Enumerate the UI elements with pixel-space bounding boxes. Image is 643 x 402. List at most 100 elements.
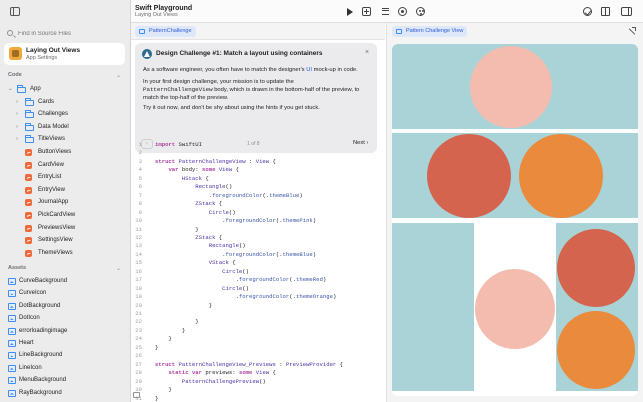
code-line[interactable]: 7 .foregroundColor(.themeBlue) — [131, 192, 385, 201]
code-line[interactable]: 17 .foregroundColor(.themeRed) — [131, 276, 385, 285]
record-icon[interactable] — [398, 7, 407, 16]
line-number: 19 — [135, 293, 142, 301]
asset-item-label: RayBackground — [19, 389, 62, 396]
sidebar-item-entryview[interactable]: EntryView — [0, 185, 130, 197]
code-line[interactable]: 1 import SwiftUI — [131, 141, 385, 150]
code-line[interactable]: 16 Circle() — [131, 268, 385, 277]
asset-item-linebackground[interactable]: LineBackground — [0, 350, 130, 362]
code-line[interactable]: 20 } — [131, 302, 385, 311]
chevron-right-icon[interactable]: › — [16, 99, 18, 105]
code-text: var body: some View { — [168, 166, 239, 174]
code-line[interactable]: 6 Rectangle() — [131, 183, 385, 192]
project-card[interactable]: Laying Out Views App Settings — [4, 43, 125, 65]
tab-pattern-challenge[interactable]: PatternChallenge — [135, 26, 196, 37]
asset-item-curveicon[interactable]: CurveIcon — [0, 288, 130, 300]
expand-icon[interactable] — [627, 27, 636, 36]
line-number: 28 — [135, 369, 142, 377]
asset-item-curvebackground[interactable]: CurveBackground — [0, 276, 130, 288]
search-input[interactable] — [18, 28, 123, 39]
sidebar-item-data-model[interactable]: › Data Model — [0, 122, 130, 134]
sidebar-item-previewsview[interactable]: PreviewsView — [0, 223, 130, 235]
sidebar-item-cards[interactable]: › Cards — [0, 97, 130, 109]
asset-item-heart[interactable]: Heart — [0, 338, 130, 350]
line-number: 22 — [135, 318, 142, 326]
line-number: 15 — [135, 259, 142, 267]
code-line[interactable]: 2 — [131, 149, 385, 158]
code-text: .foregroundColor(.themeOrange) — [155, 293, 337, 301]
chevron-right-icon[interactable]: › — [16, 124, 18, 130]
code-line[interactable]: 8 ZStack { — [131, 200, 385, 209]
chevron-right-icon[interactable]: › — [16, 111, 18, 117]
chevron-down-icon[interactable]: ⌄ — [116, 72, 121, 79]
sidebar-item-themeviews[interactable]: ThemeViews — [0, 248, 130, 260]
asset-item-raybackground[interactable]: RayBackground — [0, 388, 130, 400]
code-line[interactable]: 31} — [131, 395, 385, 402]
asset-item-errorloadingimage[interactable]: errorloadingimage — [0, 326, 130, 338]
code-line[interactable]: 14 .foregroundColor(.themeBlue) — [131, 251, 385, 260]
code-line[interactable]: 23 } — [131, 327, 385, 336]
code-line[interactable]: 9 Circle() — [131, 209, 385, 218]
sidebar-item-pickcardview[interactable]: PickCardView — [0, 210, 130, 222]
challenge-card: Design Challenge #1: Match a layout usin… — [135, 43, 377, 153]
line-number: 10 — [135, 217, 142, 225]
code-line[interactable]: 21 — [131, 310, 385, 319]
asset-item-label: DotBackground — [19, 302, 61, 309]
code-line[interactable]: 30 } — [131, 386, 385, 395]
sidebar-item-titleviews[interactable]: › TitleViews — [0, 134, 130, 146]
palette-icon[interactable] — [416, 7, 425, 16]
code-line[interactable]: 28 static var previews: some View { — [131, 369, 385, 378]
code-line[interactable]: 3 struct PatternChallengeView : View { — [131, 158, 385, 167]
asset-item-lineicon[interactable]: LineIcon — [0, 363, 130, 375]
book-icon[interactable] — [601, 7, 610, 16]
window-subtitle: Laying Out Views — [135, 12, 178, 18]
code-line[interactable]: 18 Circle() — [131, 285, 385, 294]
search-field[interactable] — [5, 28, 125, 39]
asset-item-menubackground[interactable]: MenuBackground — [0, 375, 130, 387]
folder-icon — [25, 97, 34, 106]
code-line[interactable]: 13 Rectangle() — [131, 242, 385, 251]
sidebar-item-cardview[interactable]: CardView — [0, 160, 130, 172]
sidebar-item-app[interactable]: ⌄ App — [0, 84, 130, 96]
sidebar-toggle-icon[interactable] — [10, 7, 20, 16]
chevron-down-icon[interactable]: ⌄ — [116, 265, 121, 272]
panels-icon[interactable] — [621, 7, 632, 16]
asset-item-doticon[interactable]: DotIcon — [0, 313, 130, 325]
code-text: struct PatternChallengeView_Previews : P… — [155, 360, 344, 368]
pink-circle — [470, 46, 552, 128]
checkmark-icon[interactable] — [583, 7, 592, 16]
sidebar-item-label: EntryView — [38, 186, 65, 193]
tab-preview[interactable]: Pattern Challenge View — [392, 26, 468, 37]
code-line[interactable]: 29 PatternChallengePreview() — [131, 378, 385, 387]
code-line[interactable]: 11 } — [131, 226, 385, 235]
sidebar-item-entrylist[interactable]: EntryList — [0, 172, 130, 184]
code-line[interactable]: 27 struct PatternChallengeView_Previews :… — [131, 361, 385, 370]
code-line[interactable]: 24 } — [131, 335, 385, 344]
asset-item-dotbackground[interactable]: DotBackground — [0, 301, 130, 313]
code-line[interactable]: 22 } — [131, 318, 385, 327]
code-line[interactable]: 5 HStack { — [131, 175, 385, 184]
toolbar: Swift Playground Laying Out Views — [131, 0, 643, 23]
code-line[interactable]: 4 var body: some View { — [131, 166, 385, 175]
image-icon — [8, 315, 16, 323]
code-line[interactable]: 10 .foregroundColor(.themePink) — [131, 217, 385, 226]
sidebar-item-buttonviews[interactable]: ButtonViews — [0, 147, 130, 159]
asset-item-label: errorloadingimage — [19, 327, 68, 334]
code-line[interactable]: 15 VStack { — [131, 259, 385, 268]
sidebar-item-challenges[interactable]: › Challenges — [0, 109, 130, 121]
chevron-down-icon[interactable]: ⌄ — [8, 86, 13, 92]
list-icon[interactable] — [380, 6, 391, 17]
sidebar-item-label: Data Model — [38, 123, 69, 130]
code-line[interactable]: 19 .foregroundColor(.themeOrange) — [131, 293, 385, 302]
sidebar-item-label: EntryList — [38, 174, 62, 181]
console-icon[interactable] — [133, 392, 140, 398]
sidebar-item-settingsview[interactable]: SettingsView — [0, 235, 130, 247]
add-icon[interactable] — [362, 7, 371, 16]
project-subtitle: App Settings — [26, 55, 58, 61]
chevron-right-icon[interactable]: › — [16, 136, 18, 142]
sidebar-item-journalapp[interactable]: JournalApp — [0, 197, 130, 209]
code-line[interactable]: 26 — [131, 352, 385, 361]
code-line[interactable]: 25} — [131, 344, 385, 353]
play-icon[interactable] — [344, 6, 355, 17]
close-icon[interactable]: × — [365, 49, 369, 56]
code-line[interactable]: 12 ZStack { — [131, 234, 385, 243]
